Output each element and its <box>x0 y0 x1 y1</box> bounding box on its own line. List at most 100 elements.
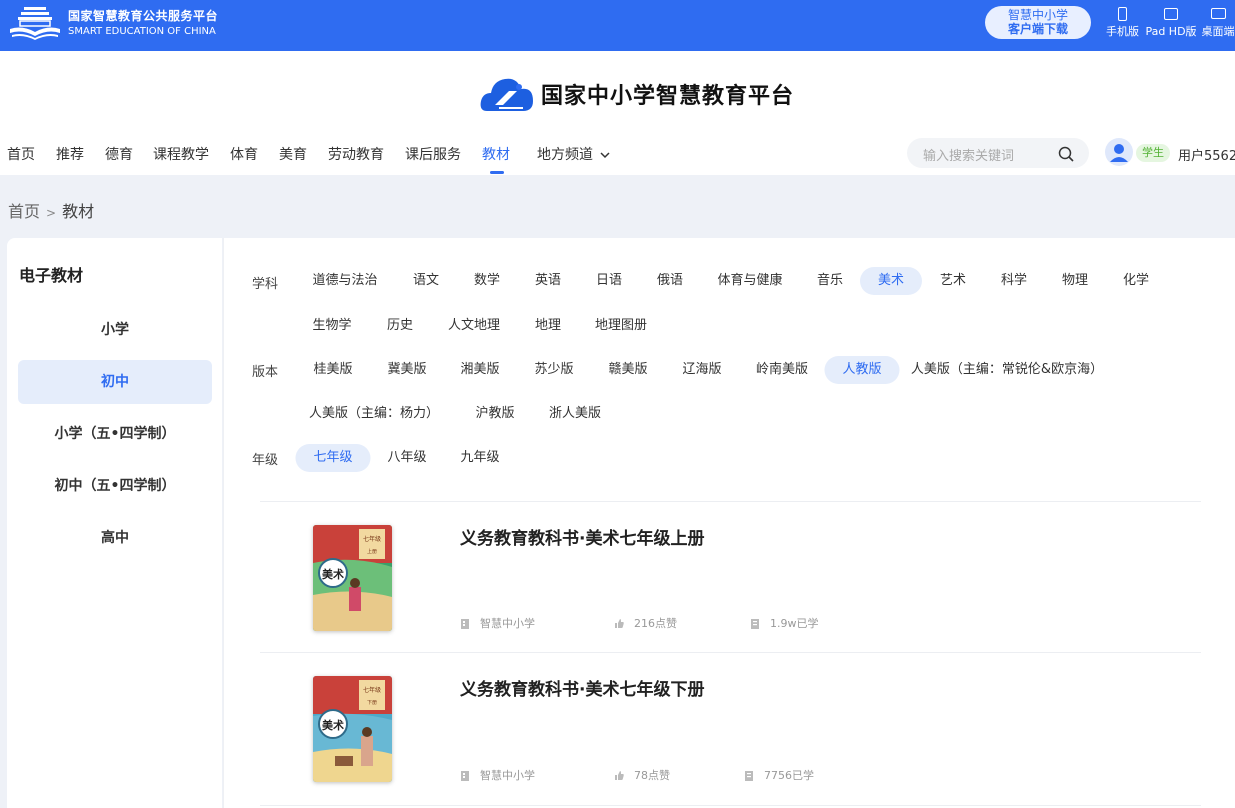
nav-arts[interactable]: 美育 <box>279 144 307 164</box>
edition-chip[interactable]: 人美版（主编：常锐伦&欧京海） <box>893 356 1121 384</box>
device-phone[interactable]: 手机版 <box>1105 7 1140 39</box>
grade-chip[interactable]: 八年级 <box>369 444 444 472</box>
sidebar-item-senior[interactable]: 高中 <box>18 516 212 560</box>
book-likes: 216点赞 <box>614 615 677 631</box>
tablet-icon <box>1164 8 1178 20</box>
platform-brand[interactable]: 国家中小学智慧教育平台 <box>479 71 794 117</box>
book-learners-label: 1.9w已学 <box>770 617 819 630</box>
nav-sports[interactable]: 体育 <box>230 144 258 164</box>
breadcrumb: 首页 > 教材 <box>8 198 94 222</box>
subject-chip[interactable]: 英语 <box>517 267 579 295</box>
edition-chip[interactable]: 辽海版 <box>664 356 739 384</box>
search-input[interactable]: 输入搜索关键词 <box>923 145 1014 164</box>
sidebar: 电子教材 小学 初中 小学（五•四学制） 初中（五•四学制） 高中 <box>7 238 222 808</box>
subject-chip[interactable]: 地理 <box>517 312 579 340</box>
client-download-button[interactable]: 智慧中小学 客户端下载 <box>985 6 1091 39</box>
book-publisher-label: 智慧中小学 <box>480 617 535 630</box>
grade-chip[interactable]: 九年级 <box>442 444 517 472</box>
main-content: 学科 道德与法治 语文 数学 英语 日语 俄语 体育与健康 音乐 美术 艺术 科… <box>223 238 1235 808</box>
book-learners: 1.9w已学 <box>750 615 819 631</box>
thumb-up-icon <box>615 618 624 628</box>
site-logo[interactable]: 国家智慧教育公共服务平台 SMART EDUCATION OF CHINA <box>8 5 218 41</box>
edition-chip[interactable]: 赣美版 <box>590 356 665 384</box>
cover-term: 上册 <box>367 548 377 555</box>
book-cover[interactable]: 七年级 上册 美术 <box>313 525 392 631</box>
filter-label-edition: 版本 <box>252 365 279 380</box>
subject-chip[interactable]: 数学 <box>456 267 518 295</box>
book-publisher-label: 智慧中小学 <box>480 769 535 782</box>
device-desktop-label: 桌面端 <box>1201 25 1235 38</box>
cover-grade: 七年级 <box>363 686 381 694</box>
nav-after-school[interactable]: 课后服务 <box>405 144 461 164</box>
device-tablet-label: Pad HD版 <box>1145 25 1197 38</box>
breadcrumb-current: 教材 <box>62 202 95 221</box>
sidebar-item-junior[interactable]: 初中 <box>18 360 212 404</box>
book-likes: 78点赞 <box>614 767 670 783</box>
edition-chip[interactable]: 岭南美版 <box>738 356 826 384</box>
device-tablet[interactable]: Pad HD版 <box>1145 7 1197 39</box>
nav-textbooks[interactable]: 教材 <box>482 144 510 164</box>
subject-chip[interactable]: 道德与法治 <box>294 267 395 295</box>
edition-chip-active[interactable]: 人教版 <box>824 356 900 384</box>
edition-chip[interactable]: 桂美版 <box>295 356 370 384</box>
nav-local-channel[interactable]: 地方频道 <box>537 144 610 164</box>
divider <box>260 652 1201 653</box>
subject-chip[interactable]: 俄语 <box>639 267 701 295</box>
nav-labor[interactable]: 劳动教育 <box>328 144 384 164</box>
device-desktop[interactable]: 桌面端 <box>1201 7 1235 39</box>
active-nav-indicator <box>490 171 504 174</box>
subject-chip[interactable]: 物理 <box>1044 267 1106 295</box>
subject-chip-active[interactable]: 美术 <box>859 267 923 295</box>
subject-chip[interactable]: 日语 <box>578 267 640 295</box>
nav-recommend[interactable]: 推荐 <box>56 144 84 164</box>
subject-chip[interactable]: 化学 <box>1105 267 1167 295</box>
subject-chip[interactable]: 人文地理 <box>430 312 518 340</box>
book-likes-label: 78点赞 <box>634 769 670 782</box>
sidebar-item-primary[interactable]: 小学 <box>18 308 212 352</box>
study-record-icon <box>745 770 753 781</box>
breadcrumb-home[interactable]: 首页 <box>8 202 40 221</box>
edition-chip[interactable]: 浙人美版 <box>531 400 619 428</box>
subject-chip[interactable]: 地理图册 <box>577 312 665 340</box>
subject-chip[interactable]: 体育与健康 <box>699 267 800 295</box>
download-line2: 客户端下载 <box>1007 22 1068 36</box>
sidebar-item-primary-54[interactable]: 小学（五•四学制） <box>18 412 212 456</box>
book-title[interactable]: 义务教育教科书·美术七年级上册 <box>460 524 704 549</box>
username[interactable]: 用户5562 <box>1178 145 1235 164</box>
subject-chip[interactable]: 生物学 <box>294 312 369 340</box>
edition-chip[interactable]: 沪教版 <box>457 400 532 428</box>
avatar[interactable] <box>1105 138 1133 166</box>
thumb-up-icon <box>615 770 624 780</box>
book-cover[interactable]: 七年级 下册 美术 <box>313 676 392 782</box>
nav-home[interactable]: 首页 <box>7 144 35 164</box>
subject-chip[interactable]: 音乐 <box>799 267 861 295</box>
edition-chip[interactable]: 苏少版 <box>516 356 591 384</box>
divider <box>260 805 1201 806</box>
subject-chip[interactable]: 艺术 <box>922 267 984 295</box>
edition-chip[interactable]: 人美版（主编：杨力） <box>291 400 457 428</box>
subject-chip[interactable]: 语文 <box>395 267 457 295</box>
search-icon[interactable] <box>1058 146 1075 163</box>
edition-chip[interactable]: 湘美版 <box>442 356 517 384</box>
subject-chip[interactable]: 历史 <box>369 312 431 340</box>
download-line1: 智慧中小学 <box>1007 8 1068 22</box>
book-title[interactable]: 义务教育教科书·美术七年级下册 <box>460 675 704 700</box>
header: 国家中小学智慧教育平台 首页 推荐 德育 课程教学 体育 美育 劳动教育 课后服… <box>0 51 1235 175</box>
book-publisher: 智慧中小学 <box>460 767 535 783</box>
nav-moral[interactable]: 德育 <box>105 144 133 164</box>
search-box[interactable]: 输入搜索关键词 <box>907 138 1089 168</box>
grade-chip-active[interactable]: 七年级 <box>295 444 371 472</box>
book-learners-label: 7756已学 <box>764 769 814 782</box>
edition-chip[interactable]: 冀美版 <box>369 356 444 384</box>
nav-local-channel-label: 地方频道 <box>537 147 593 163</box>
nav-courses[interactable]: 课程教学 <box>153 144 209 164</box>
filter-label-grade: 年级 <box>252 453 279 468</box>
top-bar: 国家智慧教育公共服务平台 SMART EDUCATION OF CHINA 智慧… <box>0 0 1235 51</box>
cover-grade: 七年级 <box>363 535 381 543</box>
subject-chip[interactable]: 科学 <box>983 267 1045 295</box>
building-icon <box>461 618 469 629</box>
role-badge: 学生 <box>1136 144 1170 162</box>
user-avatar-icon <box>1110 144 1128 162</box>
sidebar-item-junior-54[interactable]: 初中（五•四学制） <box>18 464 212 508</box>
platform-title: 国家中小学智慧教育平台 <box>541 83 795 109</box>
